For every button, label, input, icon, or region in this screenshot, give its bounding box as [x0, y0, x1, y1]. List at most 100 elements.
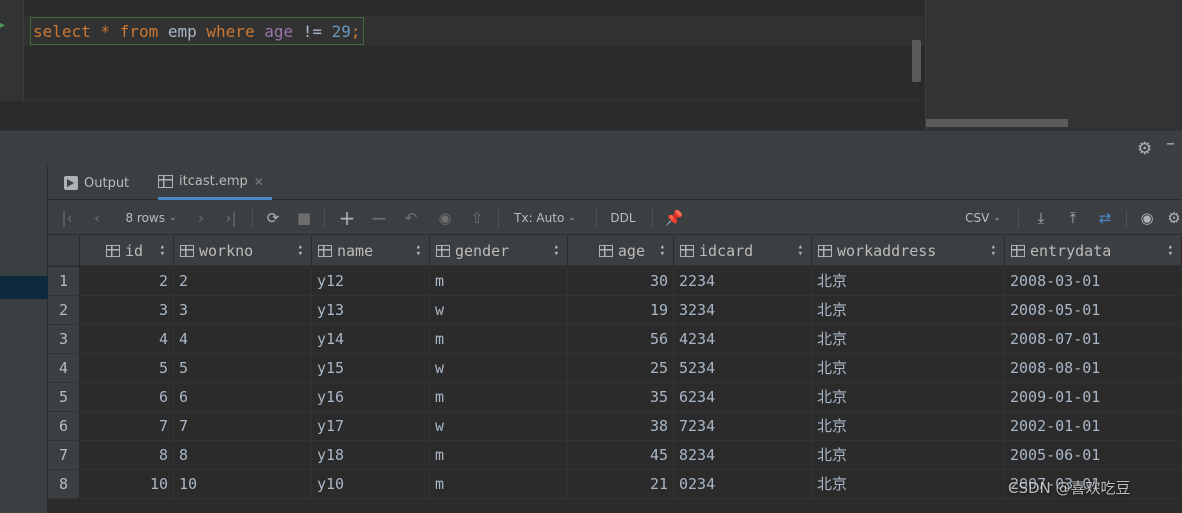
cell-age[interactable]: 45 [568, 441, 674, 469]
cell-entrydata[interactable]: 2008-03-01 [1005, 267, 1182, 295]
cell-id[interactable]: 10 [80, 470, 174, 498]
sort-icon[interactable]: ▴ ▾ [798, 243, 803, 259]
revert-icon[interactable]: ↶ [400, 201, 422, 235]
sort-icon[interactable]: ▴ ▾ [1168, 243, 1173, 259]
cell-id[interactable]: 5 [80, 354, 174, 382]
cell-workno[interactable]: 5 [174, 354, 312, 382]
cell-gender[interactable]: m [430, 441, 568, 469]
compare-icon[interactable]: ⇄ [1094, 201, 1116, 235]
close-icon[interactable]: ✕ [254, 175, 264, 189]
cell-name[interactable]: y13 [312, 296, 430, 324]
delete-row-icon[interactable]: − [368, 201, 390, 235]
editor-vertical-scrollbar[interactable] [912, 40, 921, 82]
cell-idcard[interactable]: 0234 [674, 470, 812, 498]
cell-id[interactable]: 3 [80, 296, 174, 324]
cell-workaddress[interactable]: 北京 [812, 441, 1005, 469]
table-row[interactable]: 2 3 3 y13 w 19 3234 北京 2008-05-01 [48, 296, 1182, 325]
cell-name[interactable]: y14 [312, 325, 430, 353]
cell-name[interactable]: y16 [312, 383, 430, 411]
cell-name[interactable]: y15 [312, 354, 430, 382]
cell-entrydata[interactable]: 2008-05-01 [1005, 296, 1182, 324]
cell-idcard[interactable]: 3234 [674, 296, 812, 324]
tab-output[interactable]: Output [64, 166, 129, 200]
column-header-workaddress[interactable]: workaddress ▴ ▾ [812, 236, 1005, 266]
cell-workaddress[interactable]: 北京 [812, 412, 1005, 440]
cell-entrydata[interactable]: 2002-01-01 [1005, 412, 1182, 440]
cell-gender[interactable]: w [430, 296, 568, 324]
cell-entrydata[interactable]: 2008-07-01 [1005, 325, 1182, 353]
row-number[interactable]: 8 [48, 470, 80, 498]
settings-gear-icon[interactable]: ⚙ [1166, 201, 1182, 235]
upload-icon[interactable]: ⤒ [1062, 201, 1084, 235]
cell-gender[interactable]: w [430, 412, 568, 440]
table-row[interactable]: 4 5 5 y15 w 25 5234 北京 2008-08-01 [48, 354, 1182, 383]
row-number[interactable]: 1 [48, 267, 80, 295]
next-page-icon[interactable]: › [192, 201, 210, 235]
row-number[interactable]: 6 [48, 412, 80, 440]
first-page-icon[interactable]: |‹ [58, 201, 76, 235]
cell-id[interactable]: 8 [80, 441, 174, 469]
cell-age[interactable]: 30 [568, 267, 674, 295]
row-number[interactable]: 3 [48, 325, 80, 353]
cell-id[interactable]: 6 [80, 383, 174, 411]
table-row[interactable]: 7 8 8 y18 m 45 8234 北京 2005-06-01 [48, 441, 1182, 470]
cell-workno[interactable]: 4 [174, 325, 312, 353]
cell-workaddress[interactable]: 北京 [812, 383, 1005, 411]
cell-idcard[interactable]: 5234 [674, 354, 812, 382]
column-header-workno[interactable]: workno ▴ ▾ [174, 236, 312, 266]
submit-icon[interactable]: ⇧ [466, 201, 488, 235]
sql-editor[interactable]: ▸ select * from emp where age != 29; [0, 0, 1182, 130]
cell-gender[interactable]: m [430, 325, 568, 353]
cell-workaddress[interactable]: 北京 [812, 354, 1005, 382]
cell-age[interactable]: 19 [568, 296, 674, 324]
cell-workaddress[interactable]: 北京 [812, 325, 1005, 353]
reload-icon[interactable]: ⟳ [262, 201, 284, 235]
table-row[interactable]: 5 6 6 y16 m 35 6234 北京 2009-01-01 [48, 383, 1182, 412]
cell-gender[interactable]: w [430, 354, 568, 382]
sort-icon[interactable]: ▴ ▾ [298, 243, 303, 259]
table-row[interactable]: 1 2 2 y12 m 30 2234 北京 2008-03-01 [48, 267, 1182, 296]
cell-entrydata[interactable]: 2005-06-01 [1005, 441, 1182, 469]
column-header-gender[interactable]: gender ▴ ▾ [430, 236, 568, 266]
cell-workaddress[interactable]: 北京 [812, 267, 1005, 295]
sort-icon[interactable]: ▴ ▾ [416, 243, 421, 259]
cell-idcard[interactable]: 6234 [674, 383, 812, 411]
cell-workno[interactable]: 8 [174, 441, 312, 469]
cell-gender[interactable]: m [430, 470, 568, 498]
download-icon[interactable]: ⤓ [1030, 201, 1052, 235]
cell-workno[interactable]: 2 [174, 267, 312, 295]
row-number[interactable]: 5 [48, 383, 80, 411]
sort-icon[interactable]: ▴ ▾ [991, 243, 996, 259]
ddl-button[interactable]: DDL [606, 201, 640, 235]
cell-workno[interactable]: 10 [174, 470, 312, 498]
tab-itcast-emp[interactable]: itcast.emp ✕ [158, 166, 272, 200]
cell-id[interactable]: 2 [80, 267, 174, 295]
gear-icon[interactable]: ⚙ [1137, 139, 1152, 159]
rows-count-select[interactable]: 8 rows ⌄ [120, 201, 182, 235]
export-format-select[interactable]: CSV ⌄ [958, 201, 1008, 235]
cell-name[interactable]: y10 [312, 470, 430, 498]
services-tree-selected-item[interactable] [0, 276, 48, 299]
cell-workno[interactable]: 7 [174, 412, 312, 440]
result-grid[interactable]: id ▴ ▾ workno ▴ ▾ name ▴ ▾ gender ▴ ▾ age [48, 236, 1182, 513]
cell-workaddress[interactable]: 北京 [812, 470, 1005, 498]
last-page-icon[interactable]: ›| [220, 201, 242, 235]
column-header-id[interactable]: id ▴ ▾ [80, 236, 174, 266]
column-header-entrydata[interactable]: entrydata ▴ ▾ [1005, 236, 1182, 266]
right-panel-scrollbar[interactable] [926, 119, 1068, 127]
sql-statement[interactable]: select * from emp where age != 29; [30, 17, 364, 45]
cell-id[interactable]: 4 [80, 325, 174, 353]
pin-tab-icon[interactable]: 📌 [662, 201, 686, 235]
column-header-idcard[interactable]: idcard ▴ ▾ [674, 236, 812, 266]
table-row[interactable]: 3 4 4 y14 m 56 4234 北京 2008-07-01 [48, 325, 1182, 354]
cell-name[interactable]: y18 [312, 441, 430, 469]
view-eye-icon[interactable]: ◉ [1136, 201, 1158, 235]
sort-icon[interactable]: ▴ ▾ [554, 243, 559, 259]
minimize-icon[interactable]: – [1166, 133, 1175, 154]
cell-idcard[interactable]: 4234 [674, 325, 812, 353]
cell-workno[interactable]: 3 [174, 296, 312, 324]
cell-entrydata[interactable]: 2009-01-01 [1005, 383, 1182, 411]
stop-icon[interactable]: ■ [294, 201, 314, 235]
code-area[interactable]: select * from emp where age != 29; [24, 0, 924, 100]
sort-icon[interactable]: ▴ ▾ [660, 243, 665, 259]
